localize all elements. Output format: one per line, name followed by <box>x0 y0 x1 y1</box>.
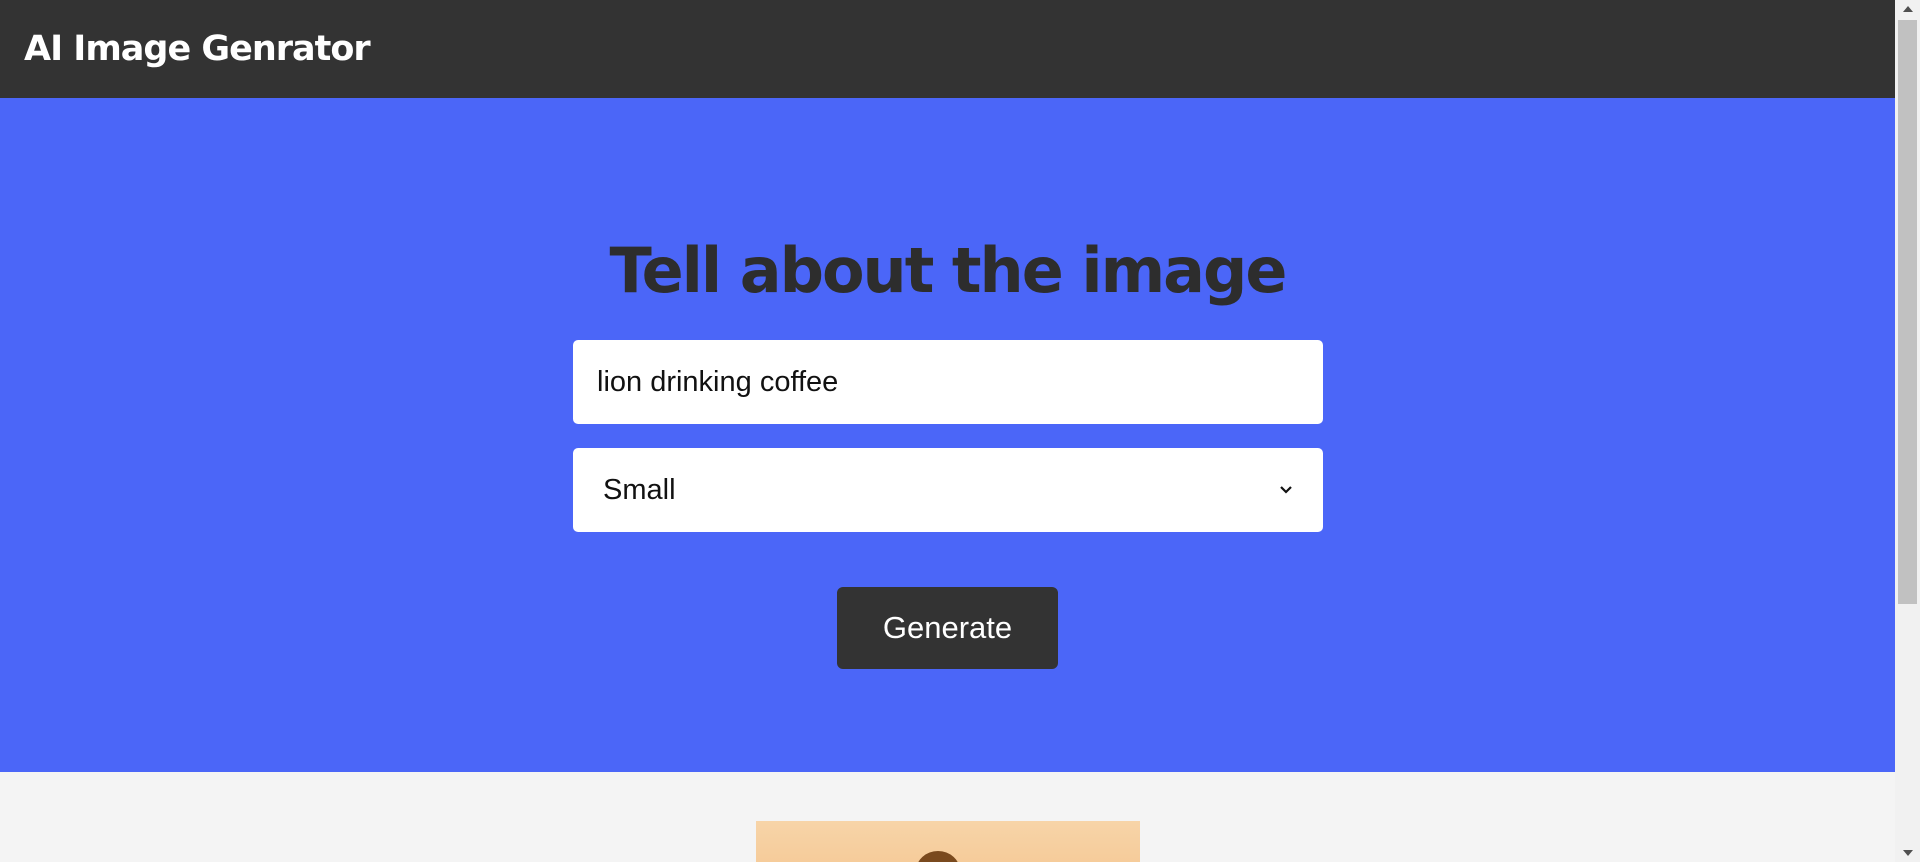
chevron-down-icon <box>1277 481 1295 499</box>
brand-title[interactable]: AI Image Genrator <box>24 29 371 69</box>
generated-image[interactable] <box>756 821 1140 862</box>
results-section <box>0 772 1895 862</box>
size-select[interactable]: Small <box>573 448 1323 532</box>
hero-section: Tell about the image Small Generate <box>0 98 1895 772</box>
lion-mane-shape <box>916 851 960 862</box>
page: AI Image Genrator Tell about the image S… <box>0 0 1920 862</box>
page-content: AI Image Genrator Tell about the image S… <box>0 0 1895 862</box>
page-heading: Tell about the image <box>609 234 1288 307</box>
vertical-scrollbar[interactable] <box>1895 0 1920 862</box>
size-select-value: Small <box>603 473 676 506</box>
scroll-up-arrow-icon[interactable] <box>1895 0 1920 18</box>
prompt-input[interactable] <box>573 340 1323 424</box>
scrollbar-thumb[interactable] <box>1898 20 1917 604</box>
generate-button[interactable]: Generate <box>837 587 1058 669</box>
navbar: AI Image Genrator <box>0 0 1895 98</box>
scroll-down-arrow-icon[interactable] <box>1895 844 1920 862</box>
